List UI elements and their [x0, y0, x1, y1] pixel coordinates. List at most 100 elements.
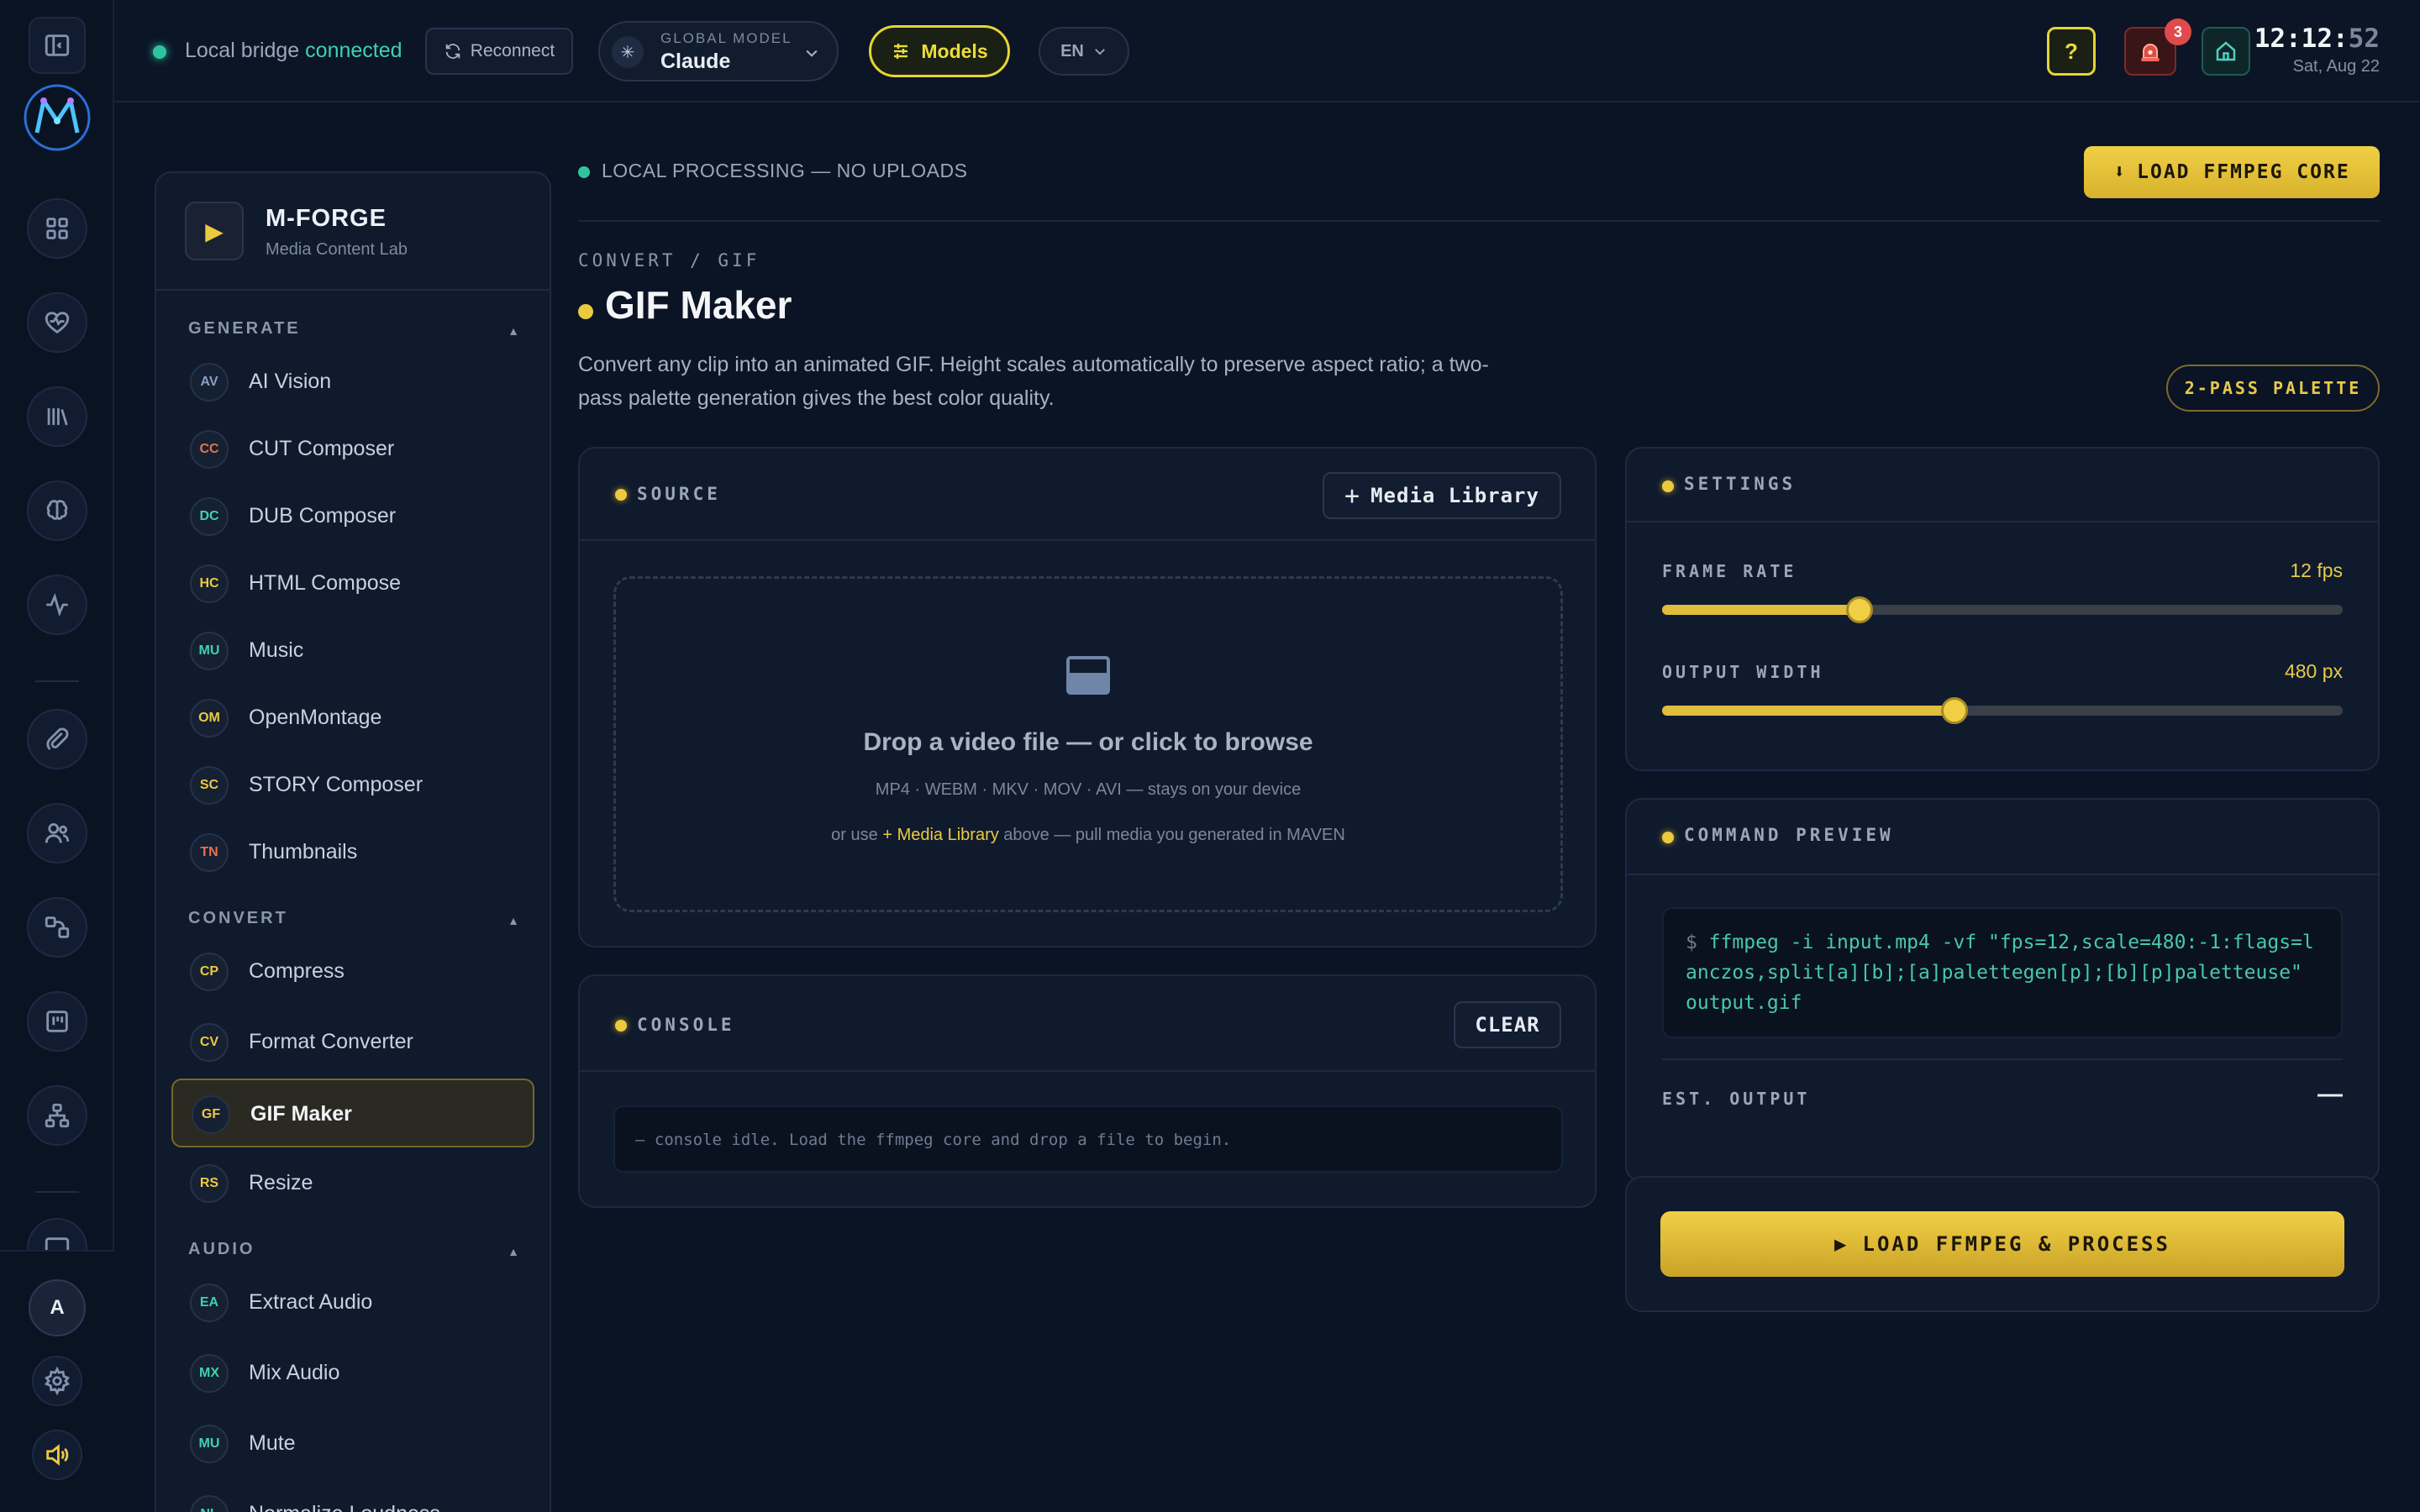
clock-date: Sat, Aug 22: [2292, 57, 2380, 76]
sidebar-item-label: Music: [249, 638, 304, 662]
caret-up-icon[interactable]: ▲: [508, 1245, 519, 1258]
models-label: Models: [921, 39, 988, 62]
bridge-label: Local bridge: [185, 39, 300, 62]
sidebar-item-mix-audio[interactable]: MX Mix Audio: [171, 1339, 534, 1408]
language-label: EN: [1060, 41, 1084, 60]
grid-icon[interactable]: [27, 198, 87, 259]
sidebar-item-thumbnails[interactable]: TN Thumbnails: [171, 818, 534, 887]
media-library-label: Media Library: [1370, 484, 1539, 507]
sidebar-item-label: GIF Maker: [250, 1102, 352, 1126]
sitemap-icon[interactable]: [27, 1085, 87, 1146]
sidebar-item-music[interactable]: MU Music: [171, 617, 534, 685]
output-width-thumb[interactable]: [1941, 697, 1969, 724]
sidebar-item-badge: DC: [190, 497, 229, 536]
sidebar-item-extract-audio[interactable]: EA Extract Audio: [171, 1268, 534, 1337]
sidebar-item-badge: MU: [190, 1425, 229, 1463]
sidebar-item-gif-maker[interactable]: GF GIF Maker: [171, 1079, 534, 1147]
settings-icon[interactable]: [32, 1356, 82, 1406]
heart-pulse-icon[interactable]: [27, 292, 87, 353]
sidebar-item-format-converter[interactable]: CV Format Converter: [171, 1008, 534, 1077]
library-icon[interactable]: [27, 386, 87, 447]
dropzone-media-library-link[interactable]: + Media Library: [882, 826, 998, 844]
language-select[interactable]: EN: [1039, 27, 1129, 76]
section-generate[interactable]: GENERATE: [188, 319, 301, 339]
source-panel-header: SOURCE + Media Library: [580, 449, 1595, 541]
section-dot: [615, 489, 627, 501]
section-convert[interactable]: CONVERT: [188, 909, 288, 928]
left-rail: A: [0, 0, 114, 1512]
sidebar-item-story-composer[interactable]: SC STORY Composer: [171, 751, 534, 820]
clear-console-button[interactable]: CLEAR: [1454, 1001, 1561, 1048]
users-icon[interactable]: [27, 803, 87, 864]
sidebar-item-cut-composer[interactable]: CC CUT Composer: [171, 415, 534, 484]
process-panel: ▶ LOAD FFMPEG & PROCESS: [1625, 1176, 2380, 1312]
siren-icon: [2141, 44, 2160, 61]
app-logo-icon: [24, 84, 91, 151]
sidebar-item-badge: GF: [192, 1095, 230, 1134]
video-dropzone[interactable]: Drop a video file — or click to browse M…: [613, 576, 1563, 912]
section-audio[interactable]: AUDIO: [188, 1240, 255, 1259]
bridge-status-dot: [153, 45, 166, 59]
speaker-icon[interactable]: [32, 1430, 82, 1480]
play-icon: ▶: [185, 202, 244, 260]
load-ffmpeg-core-button[interactable]: ⬇ LOAD FFMPEG CORE: [2084, 146, 2380, 198]
sidebar-title: M-FORGE: [266, 205, 387, 232]
workflow-icon[interactable]: [27, 897, 87, 958]
dropzone-formats: MP4 · WEBM · MKV · MOV · AVI — stays on …: [875, 780, 1302, 799]
divider: [578, 220, 2380, 222]
sidebar-item-label: Extract Audio: [249, 1290, 373, 1314]
caret-up-icon[interactable]: ▲: [508, 914, 519, 927]
bridge-status-value: connected: [305, 39, 402, 62]
process-label: LOAD FFMPEG & PROCESS: [1862, 1232, 2170, 1256]
frame-rate-slider[interactable]: [1662, 596, 2343, 623]
load-core-label: LOAD FFMPEG CORE: [2137, 161, 2350, 183]
sidebar-item-mute[interactable]: MU Mute: [171, 1410, 534, 1478]
sidebar-item-label: AI Vision: [249, 370, 332, 393]
sidebar-item-badge: CP: [190, 953, 229, 991]
frame-rate-thumb[interactable]: [1845, 596, 1873, 623]
sidebar-item-dub-composer[interactable]: DC DUB Composer: [171, 482, 534, 551]
frame-rate-value: 12 fps: [2290, 559, 2343, 581]
film-icon: [1066, 656, 1110, 695]
sidebar-item-ai-vision[interactable]: AV AI Vision: [171, 348, 534, 417]
load-and-process-button[interactable]: ▶ LOAD FFMPEG & PROCESS: [1660, 1211, 2344, 1277]
sidebar-item-openmontage[interactable]: OM OpenMontage: [171, 684, 534, 753]
reconnect-button[interactable]: Reconnect: [425, 28, 573, 75]
sidebar-item-html-compose[interactable]: HC HTML Compose: [171, 549, 534, 618]
command-preview-text: $ ffmpeg -i input.mp4 -vf "fps=12,scale=…: [1662, 907, 2343, 1038]
home-button[interactable]: [2202, 27, 2250, 76]
media-library-button[interactable]: + Media Library: [1323, 472, 1561, 519]
activity-icon[interactable]: [27, 575, 87, 635]
sidebar-item-label: STORY Composer: [249, 773, 424, 796]
sidebar-item-compress[interactable]: CP Compress: [171, 937, 534, 1006]
brain-icon[interactable]: [27, 480, 87, 541]
global-model-select[interactable]: ✳ GLOBAL MODEL Claude: [598, 21, 839, 81]
sidebar-item-badge: NL: [190, 1495, 229, 1512]
sidebar-item-resize[interactable]: RS Resize: [171, 1149, 534, 1218]
rail-divider-2: [35, 1191, 79, 1193]
console-idle-text: — console idle. Load the ffmpeg core and…: [635, 1131, 1232, 1149]
kanban-icon[interactable]: [27, 991, 87, 1052]
models-button[interactable]: Models: [869, 25, 1010, 77]
breadcrumb: CONVERT / GIF: [578, 250, 760, 270]
command-preview-panel: COMMAND PREVIEW $ ffmpeg -i input.mp4 -v…: [1625, 798, 2380, 1183]
help-button[interactable]: ?: [2047, 27, 2096, 76]
sidebar-item-badge: AV: [190, 363, 229, 402]
frame-rate-label: FRAME RATE: [1662, 561, 1797, 581]
model-value: Claude: [660, 50, 731, 73]
frame-rate-fill: [1662, 605, 1860, 615]
caret-up-icon[interactable]: ▲: [508, 324, 519, 338]
settings-title: SETTINGS: [1684, 474, 1797, 494]
processing-dot: [578, 166, 590, 178]
avatar[interactable]: A: [29, 1279, 86, 1336]
sidebar-item-badge: CV: [190, 1023, 229, 1062]
paperclip-icon[interactable]: [27, 709, 87, 769]
output-width-slider[interactable]: [1662, 697, 2343, 724]
source-title: SOURCE: [637, 484, 721, 504]
alert-count-badge: 3: [2165, 18, 2191, 45]
sidebar-subtitle: Media Content Lab: [266, 240, 408, 259]
panel-toggle-icon[interactable]: [29, 17, 86, 74]
refresh-icon: [445, 44, 460, 59]
page-description: Convert any clip into an animated GIF. H…: [578, 353, 1489, 410]
sidebar-item-normalize-loudness[interactable]: NL Normalize Loudness: [171, 1480, 534, 1512]
